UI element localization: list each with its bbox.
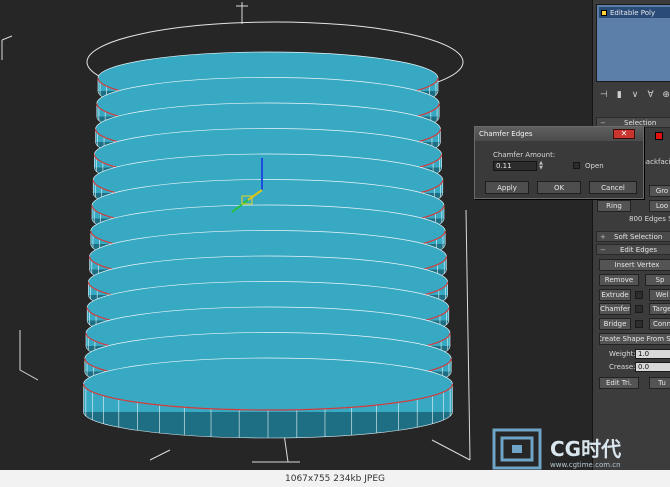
configure-icon[interactable]: ⊕ — [661, 90, 670, 100]
loop-button[interactable]: Loo — [649, 200, 670, 212]
bridge-settings-icon[interactable] — [635, 320, 643, 328]
show-end-result-icon[interactable]: ▮ — [615, 90, 625, 100]
chamfer-edges-dialog[interactable]: Chamfer Edges ✕ Chamfer Amount: 0.11 ▲ ▼ … — [474, 126, 644, 199]
watermark-logo-core — [512, 445, 522, 453]
dialog-title: Chamfer Edges — [479, 130, 533, 138]
weight-field[interactable]: 1.0 — [635, 349, 670, 359]
image-caption: 1067x755 234kb JPEG — [285, 473, 385, 484]
apply-button[interactable]: Apply — [485, 181, 529, 194]
weld-button[interactable]: Wel — [649, 289, 670, 301]
rollout-title: Soft Selection — [614, 232, 663, 241]
watermark-url: www.cgtime.com.cn — [550, 461, 621, 469]
modifier-stack-item[interactable]: Editable Poly — [599, 7, 670, 18]
bridge-button[interactable]: Bridge — [599, 318, 631, 330]
insert-vertex-button[interactable]: Insert Vertex — [599, 259, 670, 271]
grow-button[interactable]: Gro — [649, 185, 670, 197]
soft-selection-rollout-header[interactable]: + Soft Selection — [596, 231, 670, 242]
ok-button[interactable]: OK — [537, 181, 581, 194]
ring-button[interactable]: Ring — [597, 200, 631, 212]
dialog-titlebar[interactable]: Chamfer Edges ✕ — [475, 127, 643, 141]
scene-svg — [1, 2, 471, 463]
remove-button[interactable]: Remove — [599, 274, 639, 286]
split-button[interactable]: Sp — [645, 274, 670, 286]
turn-button[interactable]: Tu — [649, 377, 670, 389]
modifier-toggle-icon[interactable] — [601, 9, 607, 16]
chamfer-amount-input[interactable]: 0.11 — [493, 161, 537, 171]
rollout-expand-icon: + — [600, 232, 606, 241]
rollout-collapse-icon: − — [600, 245, 606, 254]
target-weld-button[interactable]: Targe — [649, 303, 670, 315]
pin-icon[interactable]: ⊣ — [599, 90, 609, 100]
extrude-settings-icon[interactable] — [635, 291, 643, 299]
remove-modifier-icon[interactable]: ∀ — [646, 90, 656, 100]
open-label: Open — [585, 162, 604, 170]
extrude-button[interactable]: Extrude — [599, 289, 631, 301]
close-icon: ✕ — [620, 129, 628, 138]
chamfer-amount-label: Chamfer Amount: — [493, 151, 556, 159]
modifier-stack-toolbar: ⊣ ▮ ∨ ∀ ⊕ — [596, 88, 670, 102]
crease-field[interactable]: 0.0 — [635, 362, 670, 372]
close-button[interactable]: ✕ — [613, 129, 635, 139]
cancel-button[interactable]: Cancel — [589, 181, 637, 194]
rollout-title: Edit Edges — [620, 245, 658, 254]
chamfer-amount-spinner[interactable]: ▲ ▼ — [538, 161, 544, 171]
vertex-mode-icon[interactable] — [655, 132, 663, 140]
modifier-name: Editable Poly — [610, 8, 656, 17]
create-shape-button[interactable]: Create Shape From Sel — [599, 333, 670, 345]
image-caption-bar: 1067x755 234kb JPEG — [0, 470, 670, 487]
chamfer-button[interactable]: Chamfer — [599, 303, 631, 315]
connect-button[interactable]: Conn — [649, 318, 670, 330]
command-panel: Editable Poly ⊣ ▮ ∨ ∀ ⊕ − Selection Back… — [592, 0, 670, 470]
chamfer-settings-icon[interactable] — [635, 305, 643, 313]
edit-edges-rollout-header[interactable]: − Edit Edges — [596, 244, 670, 255]
modifier-stack-list[interactable]: Editable Poly — [596, 4, 670, 82]
weight-label: Weight: — [609, 350, 636, 358]
cgtime-watermark: CG时代 www.cgtime.com.cn — [492, 428, 621, 470]
backfacing-label: Backfacing — [641, 158, 670, 166]
selection-status: 800 Edges Se — [629, 215, 670, 223]
make-unique-icon[interactable]: ∨ — [630, 90, 640, 100]
open-checkbox[interactable] — [573, 162, 580, 169]
thread-ring[interactable] — [83, 357, 453, 439]
watermark-brand: CG时代 — [550, 437, 621, 461]
crease-label: Crease: — [609, 363, 636, 371]
perspective-viewport[interactable] — [0, 0, 592, 470]
edit-tri-button[interactable]: Edit Tri. — [599, 377, 639, 389]
threaded-mesh[interactable] — [83, 51, 453, 439]
